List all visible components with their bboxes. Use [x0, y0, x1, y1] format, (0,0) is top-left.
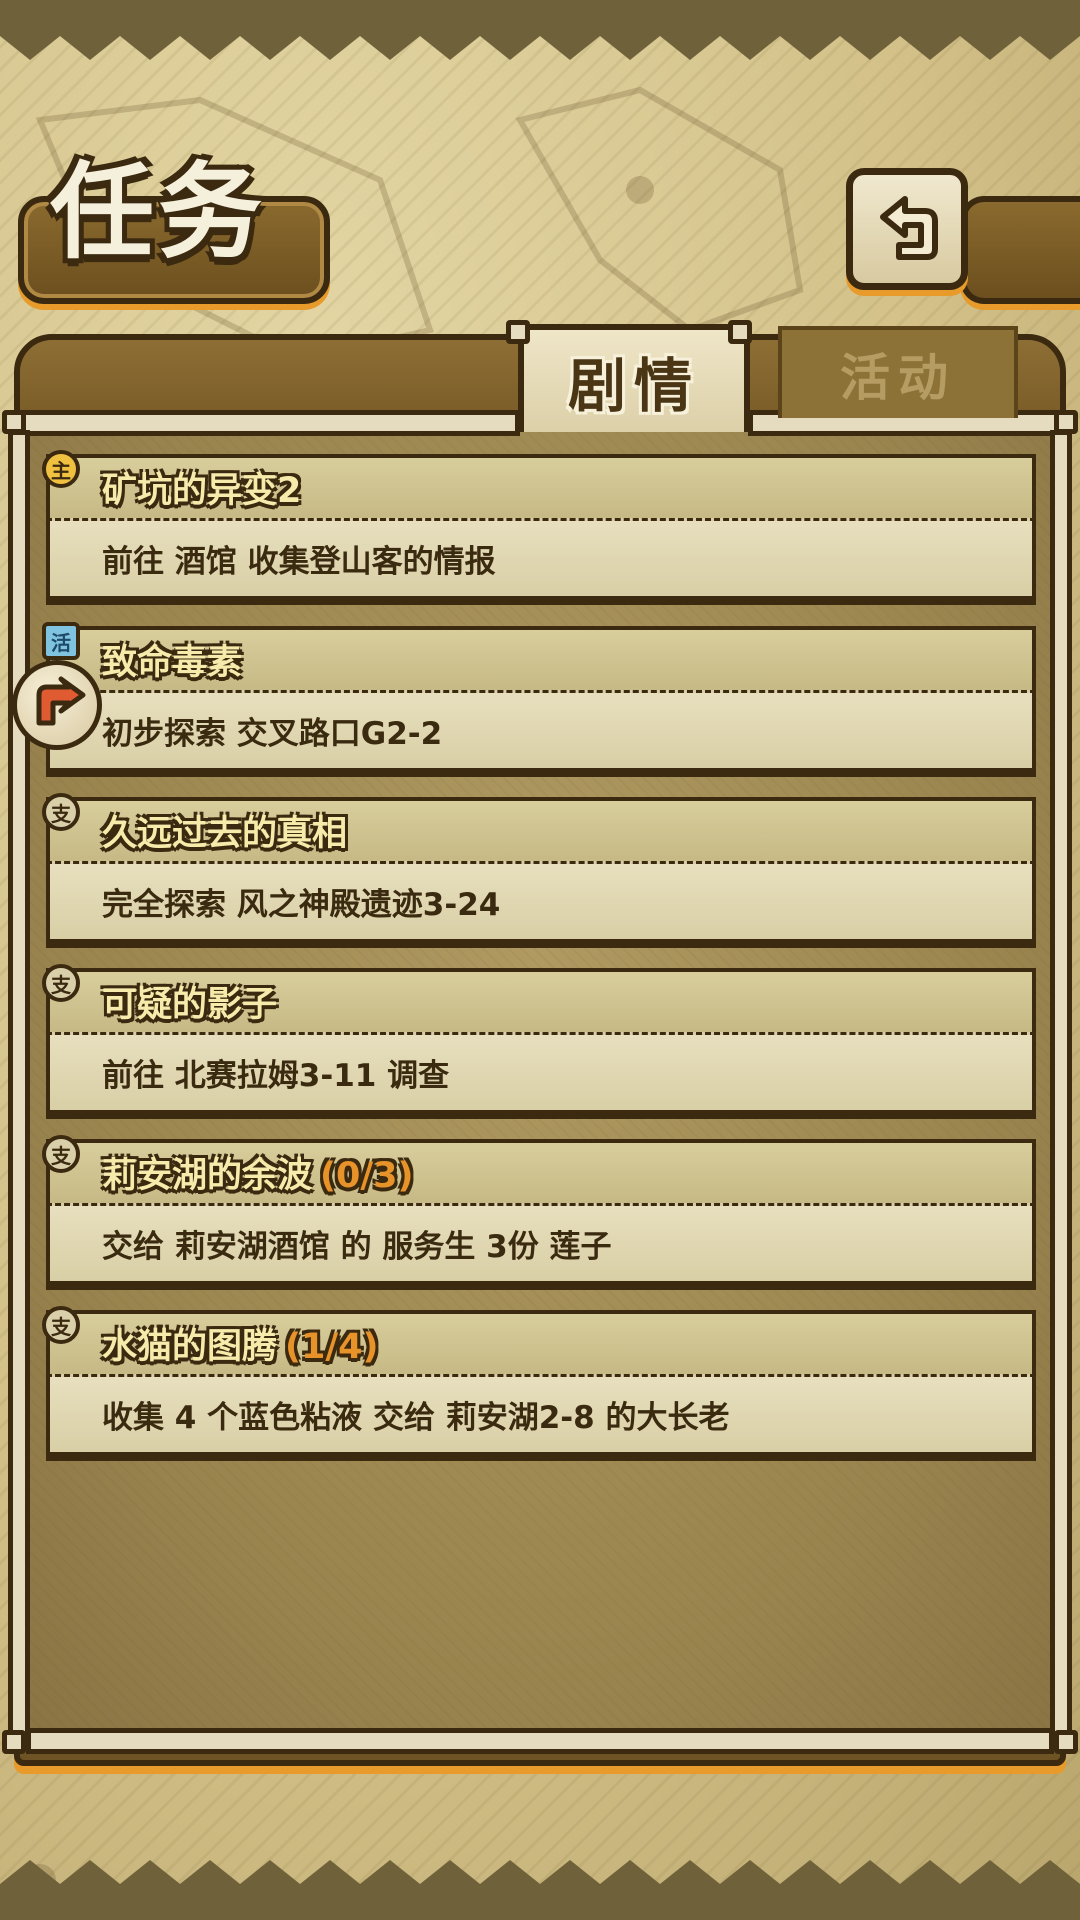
back-button[interactable] — [846, 168, 968, 290]
quest-card[interactable]: 支 水猫的图腾 (1/4) 收集 4 个蓝色粘液 交给 莉安湖2-8 的大长老 — [42, 1306, 1036, 1460]
side-quest-badge-icon: 支 — [42, 1306, 80, 1344]
panel-post — [1054, 410, 1078, 434]
track-quest-button[interactable] — [12, 660, 102, 750]
panel-left-rail — [8, 430, 30, 1742]
quest-title: 水猫的图腾 (1/4) — [102, 1327, 379, 1367]
tab-post — [506, 320, 530, 344]
main-quest-badge-icon: 主 — [42, 450, 80, 488]
quest-title: 矿坑的异变2 — [102, 471, 302, 511]
quest-title: 致命毒素 — [102, 643, 243, 683]
quest-description: 前往 北赛拉姆3-11 调查 — [102, 1058, 450, 1094]
quest-card[interactable]: 活 致命毒素 初步探索 交叉路口G2-2 — [42, 622, 1036, 776]
panel-top-rail-left — [8, 410, 520, 436]
back-button-rail — [960, 196, 1080, 304]
top-zigzag-border — [0, 0, 1080, 60]
return-arrow-icon — [880, 196, 938, 260]
quest-description: 初步探索 交叉路口G2-2 — [102, 716, 443, 752]
quest-card[interactable]: 支 莉安湖的余波 (0/3) 交给 莉安湖酒馆 的 服务生 3份 莲子 — [42, 1135, 1036, 1289]
side-quest-badge-icon: 支 — [42, 964, 80, 1002]
panel-post — [2, 1730, 26, 1754]
navigation-arrow-icon — [36, 676, 86, 726]
quest-card[interactable]: 支 可疑的影子 前往 北赛拉姆3-11 调查 — [42, 964, 1036, 1118]
tab-post — [728, 320, 752, 344]
panel-right-rail — [1050, 430, 1072, 1742]
panel-bottom-rail — [26, 1728, 1054, 1754]
quest-card[interactable]: 支 久远过去的真相 完全探索 风之神殿遗迹3-24 — [42, 793, 1036, 947]
tab-story[interactable]: 剧情 — [518, 324, 750, 432]
quest-title: 可疑的影子 — [102, 985, 278, 1025]
side-quest-badge-icon: 支 — [42, 1135, 80, 1173]
event-quest-badge-icon: 活 — [42, 622, 80, 660]
quest-description: 完全探索 风之神殿遗迹3-24 — [102, 887, 501, 923]
quest-title: 久远过去的真相 — [102, 814, 348, 854]
tab-activity[interactable]: 活动 — [778, 326, 1018, 418]
quest-description: 交给 莉安湖酒馆 的 服务生 3份 莲子 — [102, 1229, 612, 1265]
quest-card[interactable]: 主 矿坑的异变2 前往 酒馆 收集登山客的情报 — [42, 450, 1036, 604]
bottom-zigzag-border — [0, 1860, 1080, 1920]
panel-post — [2, 410, 26, 434]
side-quest-badge-icon: 支 — [42, 793, 80, 831]
page-title: 任务 — [50, 151, 267, 273]
panel-post — [1054, 1730, 1078, 1754]
quest-title: 莉安湖的余波 (0/3) — [102, 1156, 414, 1196]
quest-description: 收集 4 个蓝色粘液 交给 莉安湖2-8 的大长老 — [102, 1400, 730, 1436]
quest-description: 前往 酒馆 收集登山客的情报 — [102, 544, 496, 580]
